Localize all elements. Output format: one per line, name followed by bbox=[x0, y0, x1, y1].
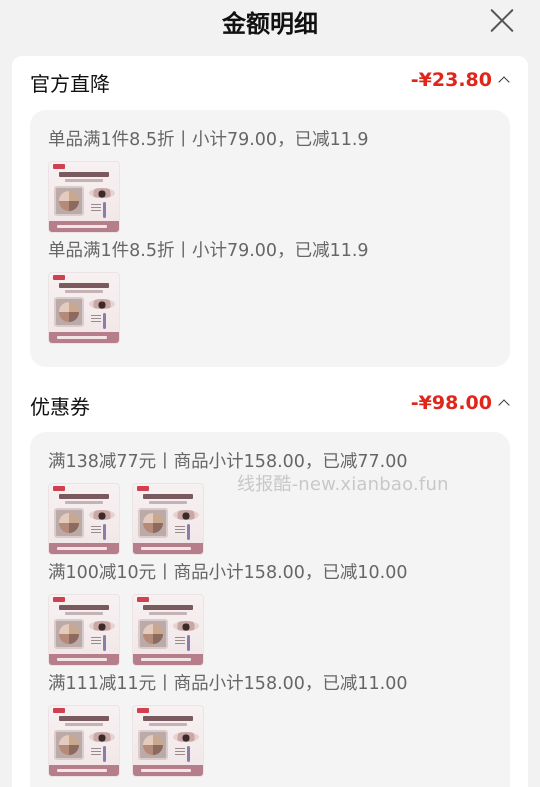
close-icon[interactable] bbox=[488, 6, 516, 34]
product-thumbnail[interactable] bbox=[48, 272, 120, 344]
product-thumbnail[interactable] bbox=[132, 594, 204, 666]
coupon-rule-text: 满100减10元丨商品小计158.00，已减10.00 bbox=[48, 563, 408, 583]
product-thumbnail[interactable] bbox=[48, 161, 120, 233]
coupon-rule-text: 满111减11元丨商品小计158.00，已减11.00 bbox=[48, 674, 408, 694]
product-thumbnail[interactable] bbox=[132, 483, 204, 555]
amount-detail-sheet: 官方直降 -¥23.80 单品满1件8.5折丨小计79.00，已减11.9 单品… bbox=[12, 56, 528, 787]
section-title: 优惠券 bbox=[30, 395, 90, 419]
section-title: 官方直降 bbox=[30, 72, 110, 96]
section-header-coupon[interactable]: 优惠券 -¥98.00 bbox=[30, 391, 510, 421]
watermark: 线报酷-new.xianbao.fun bbox=[237, 474, 449, 495]
chevron-up-icon[interactable] bbox=[498, 76, 510, 88]
product-thumbnail[interactable] bbox=[48, 594, 120, 666]
product-thumbnail[interactable] bbox=[132, 705, 204, 777]
section-amount[interactable]: -¥23.80 bbox=[411, 69, 492, 91]
discount-rule-text: 单品满1件8.5折丨小计79.00，已减11.9 bbox=[48, 130, 369, 150]
page-title: 金额明细 bbox=[222, 10, 318, 38]
discount-rule-text: 单品满1件8.5折丨小计79.00，已减11.9 bbox=[48, 241, 369, 261]
chevron-up-icon[interactable] bbox=[498, 399, 510, 411]
product-thumbnail[interactable] bbox=[48, 705, 120, 777]
product-thumbnail[interactable] bbox=[48, 483, 120, 555]
official-discount-card: 单品满1件8.5折丨小计79.00，已减11.9 单品满1件8.5折丨小计79.… bbox=[30, 110, 510, 367]
section-header-official-discount[interactable]: 官方直降 -¥23.80 bbox=[30, 68, 510, 98]
header: 金额明细 bbox=[0, 0, 540, 48]
section-amount[interactable]: -¥98.00 bbox=[411, 392, 492, 414]
